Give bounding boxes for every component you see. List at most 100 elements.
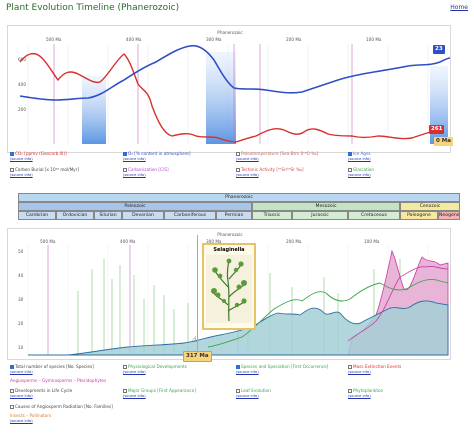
angiosperm-radiation-checkbox[interactable]: Causes of Angiosperm Radiation [No. Fami… — [10, 404, 113, 409]
era-mesozoic[interactable]: Mesozoic — [252, 202, 400, 211]
bottom-y-ticks: 50 40 30 20 10 — [18, 249, 24, 350]
legend-label: Insects – Pollinators — [10, 413, 52, 418]
checkbox-icon[interactable] — [348, 152, 352, 156]
climate-chart[interactable]: Phanerozoic 500 Ma 400 Ma 300 Ma 200 Ma … — [8, 26, 452, 154]
source-info-link[interactable]: (source info) — [10, 419, 33, 423]
ytick-200: 200 — [18, 107, 26, 112]
co2-value-badge: 261 — [429, 125, 445, 134]
life-cycle-checkbox[interactable]: Developments in Life Cycle (source info) — [10, 388, 72, 398]
period-neogene[interactable]: Neogene — [438, 211, 460, 220]
period-cretaceous[interactable]: Cretaceous — [348, 211, 400, 220]
physiological-checkbox[interactable]: Physiological Developments (source info) — [123, 364, 187, 374]
source-info-link[interactable]: (source info) — [10, 394, 33, 398]
co2-checkbox[interactable]: CO₂ [ppmv (Geocarb III)] (source info) — [10, 151, 67, 161]
checkbox-icon[interactable] — [123, 365, 127, 369]
checkbox-icon[interactable] — [348, 168, 352, 172]
checkbox-label: Glaciation — [353, 167, 375, 172]
checkbox-icon[interactable] — [10, 405, 14, 409]
top-y-ticks: 600 400 200 — [18, 57, 26, 112]
o2-value-badge: 23 — [433, 45, 445, 54]
angiosperm-legend: Angiosperms – Gymnosperms – Pteridophyte… — [10, 378, 106, 383]
climate-chart-panel: Phanerozoic 500 Ma 400 Ma 300 Ma 200 Ma … — [7, 25, 451, 153]
period-paleogene[interactable]: Paleogene — [400, 211, 438, 220]
source-info-link[interactable]: (source info) — [10, 173, 33, 177]
checkbox-icon[interactable] — [123, 168, 127, 172]
ice-age-band — [206, 52, 236, 144]
checkbox-icon[interactable] — [348, 389, 352, 393]
ice-ages-checkbox[interactable]: Ice Ages (source info) — [348, 151, 371, 161]
species-popup[interactable]: Selaginella — [202, 243, 256, 330]
checkbox-label: Mass Extinction Events — [353, 364, 402, 369]
period-silurian[interactable]: Silurian — [94, 211, 122, 220]
source-info-link[interactable]: (source info) — [10, 370, 33, 374]
source-info-link[interactable]: (source info) — [236, 157, 259, 161]
checkbox-icon[interactable] — [123, 389, 127, 393]
source-info-link[interactable]: (source info) — [236, 173, 259, 177]
period-permian[interactable]: Permian — [216, 211, 252, 220]
tick-400ma: 400 Ma — [126, 37, 142, 42]
tick-400ma: 400 Ma — [120, 239, 136, 244]
checkbox-label: Developments in Life Cycle — [15, 388, 73, 393]
checkbox-icon[interactable] — [236, 168, 240, 172]
source-info-link[interactable]: (source info) — [10, 157, 33, 161]
era-cenozoic[interactable]: Cenozoic — [400, 202, 460, 211]
phytoplankton-checkbox[interactable]: Phytoplankton (source info) — [348, 388, 383, 398]
ice-age-band — [82, 76, 106, 144]
checkbox-label: Tectonic Activity [⁸⁷Sr/⁸⁶Sr ‰] — [241, 167, 304, 172]
tectonic-activity-checkbox[interactable]: Tectonic Activity [⁸⁷Sr/⁸⁶Sr ‰] (source i… — [236, 167, 303, 177]
ytick-50: 50 — [18, 249, 24, 254]
checkbox-icon[interactable] — [236, 365, 240, 369]
home-link[interactable]: Home — [450, 4, 468, 11]
o2-checkbox[interactable]: O₂ [% content in atmosphere] (source info… — [123, 151, 191, 161]
time-cursor-line[interactable] — [197, 235, 198, 353]
source-info-link[interactable]: (source info) — [348, 157, 371, 161]
checkbox-label: Ice Ages — [353, 151, 371, 156]
checkbox-icon[interactable] — [348, 365, 352, 369]
speciation-checkbox[interactable]: Species and Speciation [First Occurrence… — [236, 364, 328, 374]
source-info-link[interactable]: (source info) — [123, 157, 146, 161]
source-info-link[interactable]: (source info) — [348, 370, 371, 374]
checkbox-icon[interactable] — [236, 389, 240, 393]
tick-100ma: 100 Ma — [366, 37, 382, 42]
period-carboniferous[interactable]: Carboniferous — [164, 211, 216, 220]
era-paleozoic[interactable]: Paleozoic — [18, 202, 252, 211]
period-cambrian[interactable]: Cambrian — [18, 211, 56, 220]
checkbox-label: Carbon Burial [x 10¹⁸ mol/Myr] — [15, 167, 80, 172]
period-jurassic[interactable]: Jurassic — [292, 211, 348, 220]
checkbox-icon[interactable] — [236, 152, 240, 156]
leaf-evolution-checkbox[interactable]: Leaf Evolution (source info) — [236, 388, 271, 398]
eon-phanerozoic[interactable]: Phanerozoic — [18, 193, 460, 202]
carbonization-checkbox[interactable]: Carbonization [C/S] (source info) — [123, 167, 169, 177]
period-devonian[interactable]: Devonian — [122, 211, 164, 220]
checkbox-icon[interactable] — [10, 152, 14, 156]
tick-200ma: 200 Ma — [286, 239, 302, 244]
checkbox-icon[interactable] — [10, 168, 14, 172]
tick-500ma: 500 Ma — [46, 37, 62, 42]
paleotemperature-checkbox[interactable]: Paleotemperature [Sea-Btm δ¹⁸O ‰] (source… — [236, 151, 318, 161]
source-info-link[interactable]: (source info) — [348, 394, 371, 398]
checkbox-icon[interactable] — [10, 365, 14, 369]
source-info-link[interactable]: (source info) — [236, 394, 259, 398]
tick-300ma: 300 Ma — [206, 37, 222, 42]
period-ordovician[interactable]: Ordovician — [56, 211, 94, 220]
mass-extinction-checkbox[interactable]: Mass Extinction Events (source info) — [348, 364, 401, 374]
major-groups-checkbox[interactable]: Major Groups [First Appearance] (source i… — [123, 388, 196, 398]
checkbox-icon[interactable] — [10, 389, 14, 393]
source-info-link[interactable]: (source info) — [123, 394, 146, 398]
source-info-link[interactable]: (source info) — [236, 370, 259, 374]
page-title: Plant Evolution Timeline (Phanerozoic) — [6, 3, 180, 13]
glaciation-checkbox[interactable]: Glaciation (source info) — [348, 167, 374, 177]
source-info-link[interactable]: (source info) — [123, 370, 146, 374]
source-info-link[interactable]: (source info) — [348, 173, 371, 177]
period-triassic[interactable]: Triassic — [252, 211, 292, 220]
insects-pollinators-legend[interactable]: Insects – Pollinators (source info) — [10, 413, 51, 423]
source-info-link[interactable]: (source info) — [123, 173, 146, 177]
ytick-30: 30 — [18, 297, 24, 302]
checkbox-label: Carbonization [C/S] — [128, 167, 169, 172]
total-species-checkbox[interactable]: Total number of species [No. Species] (so… — [10, 364, 94, 374]
carbon-burial-checkbox[interactable]: Carbon Burial [x 10¹⁸ mol/Myr] (source in… — [10, 167, 79, 177]
ma-value-badge: 0 Ma — [434, 137, 453, 146]
era-label: Phanerozoic — [217, 232, 243, 237]
checkbox-icon[interactable] — [123, 152, 127, 156]
era-label: Phanerozoic — [217, 30, 243, 35]
